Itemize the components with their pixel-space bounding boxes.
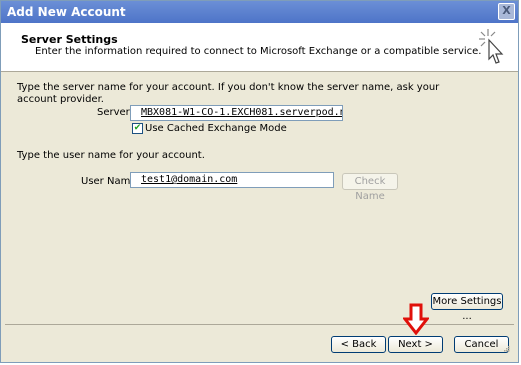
user-name-field[interactable]: test1@domain.com <box>130 172 334 188</box>
user-instruction: Type the user name for your account. <box>17 150 205 161</box>
server-instruction-line1: Type the server name for your account. I… <box>17 82 440 93</box>
cursor-sparkle-icon <box>479 29 504 64</box>
next-button[interactable]: Next > <box>388 336 443 353</box>
footer-divider <box>5 324 514 325</box>
page-description: Enter the information required to connec… <box>35 46 482 57</box>
add-new-account-dialog: Add New Account X Server Settings Enter … <box>0 0 519 363</box>
back-button[interactable]: < Back <box>331 336 386 353</box>
server-label: Server: <box>97 107 133 118</box>
user-name-field-value: test1@domain.com <box>141 174 238 185</box>
server-field-value: MBX081-W1-CO-1.EXCH081.serverpod.net <box>141 107 343 118</box>
down-arrow-icon <box>403 303 429 335</box>
close-button[interactable]: X <box>498 3 515 20</box>
check-name-button[interactable]: Check Name <box>342 173 398 202</box>
page-title: Server Settings <box>21 33 118 46</box>
cached-mode-checkbox[interactable]: ✔ <box>132 123 143 134</box>
dialog-header: Server Settings Enter the information re… <box>1 23 518 72</box>
server-field[interactable]: MBX081-W1-CO-1.EXCH081.serverpod.net <box>130 105 343 121</box>
cancel-button[interactable]: Cancel <box>454 336 509 353</box>
dialog-content: Type the server name for your account. I… <box>1 72 518 325</box>
more-settings-button[interactable]: More Settings ... <box>431 293 503 322</box>
resize-grip-icon[interactable] <box>504 346 510 352</box>
server-instruction-line2: account provider. <box>17 94 104 105</box>
title-bar: Add New Account X <box>1 1 518 23</box>
cached-mode-label: Use Cached Exchange Mode <box>145 123 287 134</box>
window-title: Add New Account <box>7 5 126 19</box>
